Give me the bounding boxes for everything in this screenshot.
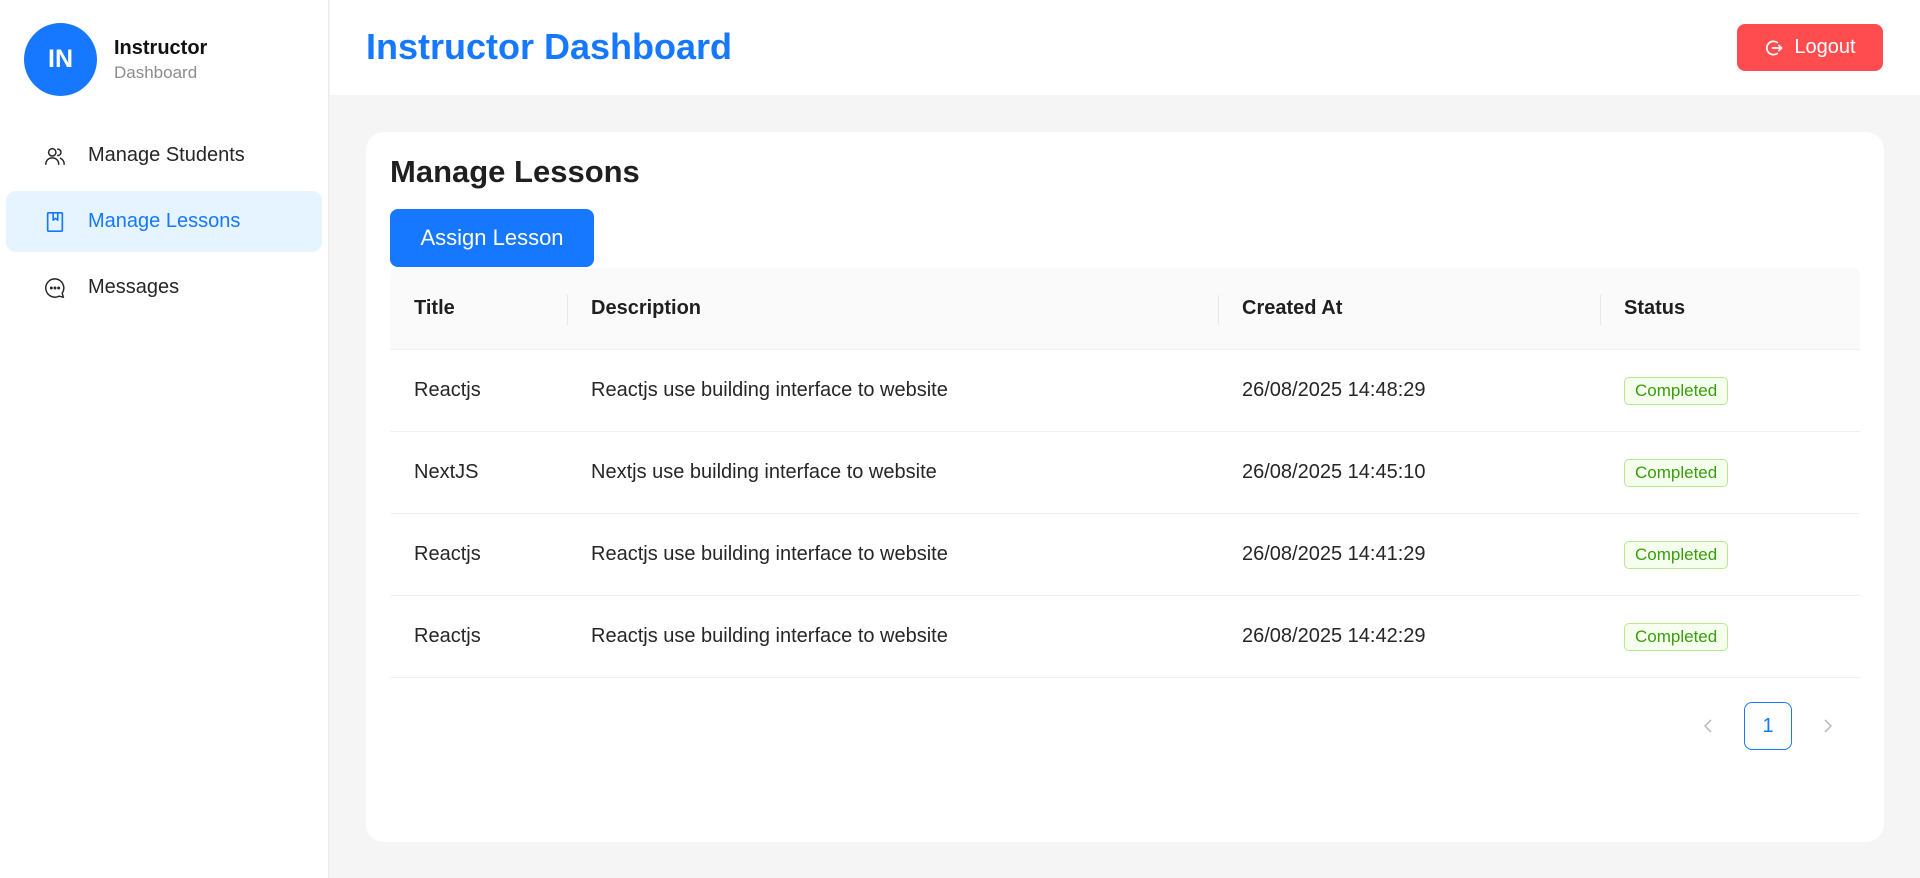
sidebar-item-messages[interactable]: Messages [6, 257, 322, 318]
sidebar-item-manage-lessons[interactable]: Manage Lessons [6, 191, 322, 252]
status-badge: Completed [1624, 540, 1729, 569]
logout-label: Logout [1794, 36, 1856, 58]
lessons-table: Title Description Created At Status Reac… [390, 268, 1860, 678]
sidebar-item-label: Manage Students [88, 144, 245, 166]
profile-subtitle: Dashboard [114, 62, 198, 82]
cell-title: Reactjs [414, 543, 481, 565]
column-header-status[interactable]: Status [1600, 268, 1860, 349]
page-number-button[interactable]: 1 [1744, 702, 1792, 750]
column-header-title[interactable]: Title [390, 268, 567, 349]
sidebar: IN Instructor Dashboard Manage Students … [0, 0, 329, 878]
chevron-right-icon [1824, 719, 1833, 733]
assign-lesson-button[interactable]: Assign Lesson [390, 209, 594, 267]
table-row[interactable]: NextJS Nextjs use building interface to … [390, 432, 1860, 514]
page-title: Instructor Dashboard [366, 26, 733, 67]
profile-text: Instructor Dashboard [114, 35, 207, 85]
column-header-description[interactable]: Description [567, 268, 1218, 349]
status-badge: Completed [1624, 622, 1729, 651]
cell-description: Reactjs use building interface to websit… [591, 625, 948, 647]
table-header: Title Description Created At Status [390, 268, 1860, 350]
cell-created-at: 26/08/2025 14:45:10 [1242, 461, 1426, 483]
cell-status: Completed [1600, 458, 1860, 487]
cell-description: Reactjs use building interface to websit… [591, 543, 948, 565]
status-badge: Completed [1624, 458, 1729, 487]
cell-created-at: 26/08/2025 14:48:29 [1242, 379, 1426, 401]
section-title: Manage Lessons [390, 154, 640, 189]
header: Instructor Dashboard Logout [330, 0, 1920, 95]
logout-button[interactable]: Logout [1737, 24, 1883, 71]
cell-status: Completed [1600, 540, 1860, 569]
avatar: IN [24, 23, 97, 96]
message-icon [42, 275, 68, 301]
table-row[interactable]: Reactjs Reactjs use building interface t… [390, 596, 1860, 678]
table-row[interactable]: Reactjs Reactjs use building interface t… [390, 514, 1860, 596]
table-row[interactable]: Reactjs Reactjs use building interface t… [390, 350, 1860, 432]
lessons-card: Manage Lessons Assign Lesson Title Descr… [366, 132, 1884, 842]
book-icon [42, 209, 68, 235]
column-header-created-at[interactable]: Created At [1218, 268, 1600, 349]
cell-status: Completed [1600, 622, 1860, 651]
prev-page-button[interactable] [1684, 702, 1732, 750]
status-badge: Completed [1624, 376, 1729, 405]
cell-title: Reactjs [414, 379, 481, 401]
sidebar-item-manage-students[interactable]: Manage Students [6, 125, 322, 186]
pagination: 1 [1684, 702, 1852, 750]
profile: IN Instructor Dashboard [24, 23, 207, 96]
cell-title: Reactjs [414, 625, 481, 647]
logout-icon [1764, 38, 1784, 58]
cell-description: Reactjs use building interface to websit… [591, 379, 948, 401]
sidebar-item-label: Messages [88, 276, 180, 298]
users-icon [42, 143, 68, 169]
cell-status: Completed [1600, 376, 1860, 405]
cell-title: NextJS [414, 461, 479, 483]
cell-created-at: 26/08/2025 14:41:29 [1242, 543, 1426, 565]
profile-name: Instructor [114, 36, 208, 59]
sidebar-item-label: Manage Lessons [88, 210, 241, 232]
sidebar-menu: Manage Students Manage Lessons Messages [6, 125, 322, 323]
chevron-left-icon [1703, 719, 1712, 733]
cell-created-at: 26/08/2025 14:42:29 [1242, 625, 1426, 647]
cell-description: Nextjs use building interface to website [591, 461, 937, 483]
next-page-button[interactable] [1804, 702, 1852, 750]
